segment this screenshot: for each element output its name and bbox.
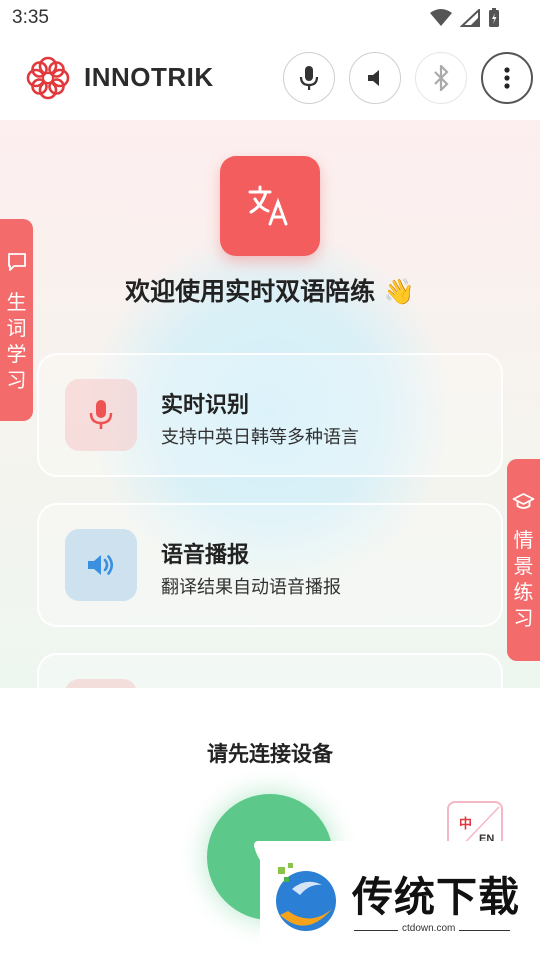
volume-icon [88,555,114,575]
side-char: 练 [513,580,534,604]
speaker-button[interactable] [349,52,401,104]
signal-icon [460,9,480,27]
main-content: 欢迎使用实时双语陪练 👋 实时识别 支持中英日韩等多种语言 语音播报 翻译结果自… [0,120,540,688]
feature-subtitle: 支持中英日韩等多种语言 [161,427,359,448]
innotrik-logo [26,56,70,100]
feature-icon-box [65,679,137,688]
feature-title: 语音播报 [161,543,250,568]
more-icon [504,67,510,89]
speaker-icon [368,70,379,86]
feature-icon-box [65,529,137,601]
lang-zh: 中 [459,817,473,832]
status-icons [430,8,500,28]
translate-icon [220,156,320,256]
app-header: INNOTRIK [0,38,540,120]
side-char: 景 [513,554,534,578]
mic-icon [299,66,319,90]
feature-card-third[interactable] [37,653,503,688]
battery-icon [489,8,499,27]
mic-icon [89,400,113,429]
scenario-practice-tab[interactable]: 情 景 练 习 [507,459,540,661]
feature-card-broadcast[interactable]: 语音播报 翻译结果自动语音播报 [37,503,503,627]
bluetooth-button[interactable] [415,52,467,104]
brand-name: INNOTRIK [84,62,214,92]
bluetooth-icon [434,65,449,91]
feature-title: 实时识别 [161,393,250,418]
side-char: 学 [6,342,27,366]
side-char: 习 [6,368,27,392]
side-char: 生 [6,290,27,314]
side-char: 情 [513,528,534,552]
wifi-icon [430,9,452,26]
watermark: 传统下载 ctdown.com [260,841,520,945]
graduation-cap-icon [512,493,535,509]
side-char: 习 [513,606,534,630]
chat-icon [8,253,26,271]
mic-button[interactable] [283,52,335,104]
connect-prompt: 请先连接设备 [207,742,333,766]
feature-card-recognition[interactable]: 实时识别 支持中英日韩等多种语言 [37,353,503,477]
feature-icon-box [65,379,137,451]
watermark-url: ctdown.com [398,923,460,934]
more-options-button[interactable] [481,52,533,104]
welcome-title: 欢迎使用实时双语陪练 👋 [125,277,415,306]
watermark-text: 传统下载 [352,873,520,921]
status-time: 3:35 [12,7,49,28]
vocabulary-study-tab[interactable]: 生 词 学 习 [0,219,33,421]
feature-subtitle: 翻译结果自动语音播报 [161,577,341,598]
watermark-logo-icon [276,863,336,931]
side-char: 词 [6,316,27,340]
status-bar: 3:35 [0,0,540,38]
